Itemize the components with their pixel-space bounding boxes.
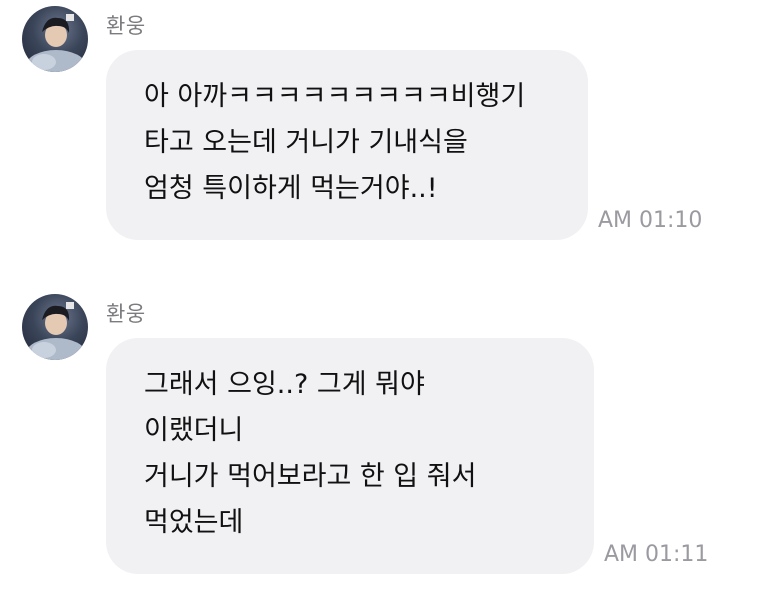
message-timestamp: AM 01:11 [604,542,709,567]
profile-photo-icon [26,302,86,360]
message-line: 그래서 으잉..? 그게 뭐야 [144,369,425,400]
profile-photo-icon [26,14,86,72]
message-bubble[interactable]: 그래서 으잉..? 그게 뭐야 이랬더니 거니가 먹어보라고 한 입 줘서 먹었… [106,338,594,574]
message-bubble[interactable]: 아 아까ㅋㅋㅋㅋㅋㅋㅋㅋㅋ비행기 타고 오는데 거니가 기내식을 엄청 특이하게… [106,50,588,240]
message-line: 타고 오는데 거니가 기내식을 [144,127,468,158]
message-timestamp: AM 01:10 [598,208,703,233]
avatar[interactable] [22,6,88,72]
message-line: 먹었는데 [144,507,244,538]
message-line: 거니가 먹어보라고 한 입 줘서 [144,461,477,492]
sender-name: 환웅 [106,302,146,326]
message-line: 엄청 특이하게 먹는거야..! [144,173,438,204]
avatar[interactable] [22,294,88,360]
message-line: 아 아까ㅋㅋㅋㅋㅋㅋㅋㅋㅋ비행기 [144,81,526,112]
message-line: 이랬더니 [144,415,244,446]
sender-name: 환웅 [106,14,146,38]
